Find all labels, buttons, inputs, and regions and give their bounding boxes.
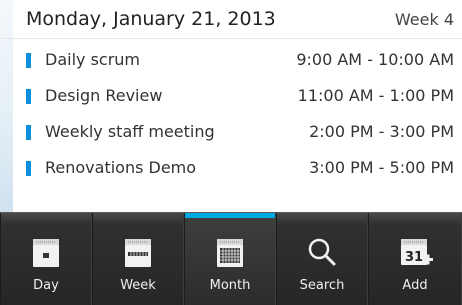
calendar-month-icon bbox=[217, 239, 243, 267]
bottom-action-bar: Day Week Month Search 31 Add bbox=[0, 212, 462, 305]
event-title: Design Review bbox=[45, 86, 163, 105]
event-list: Daily scrum 9:00 AM - 10:00 AM Design Re… bbox=[0, 44, 462, 188]
calendar-week-icon bbox=[125, 239, 151, 267]
tab-search[interactable]: Search bbox=[276, 213, 368, 305]
event-marker bbox=[26, 161, 31, 176]
calendar-add-badge: 31 bbox=[405, 250, 423, 265]
event-row[interactable]: Daily scrum 9:00 AM - 10:00 AM bbox=[0, 44, 462, 80]
tab-search-label: Search bbox=[299, 278, 345, 293]
event-marker bbox=[26, 53, 31, 68]
search-icon bbox=[308, 238, 336, 266]
event-time: 2:00 PM - 3:00 PM bbox=[309, 122, 454, 141]
calendar-day-icon bbox=[33, 239, 59, 267]
event-time: 9:00 AM - 10:00 AM bbox=[296, 50, 454, 69]
event-time: 3:00 PM - 5:00 PM bbox=[309, 158, 454, 177]
event-time: 11:00 AM - 1:00 PM bbox=[297, 86, 454, 105]
event-title: Daily scrum bbox=[45, 50, 141, 69]
calendar-screen: Monday, January 21, 2013 Week 4 Daily sc… bbox=[0, 0, 462, 305]
event-row[interactable]: Design Review 11:00 AM - 1:00 PM bbox=[0, 80, 462, 116]
tab-week[interactable]: Week bbox=[92, 213, 184, 305]
date-header: Monday, January 21, 2013 Week 4 bbox=[0, 0, 462, 39]
calendar-add-icon: 31 bbox=[401, 239, 433, 265]
event-row[interactable]: Weekly staff meeting 2:00 PM - 3:00 PM bbox=[0, 116, 462, 152]
event-marker bbox=[26, 125, 31, 140]
event-title: Weekly staff meeting bbox=[45, 122, 215, 141]
event-row[interactable]: Renovations Demo 3:00 PM - 5:00 PM bbox=[0, 152, 462, 188]
tab-day[interactable]: Day bbox=[0, 213, 92, 305]
agenda-view: Monday, January 21, 2013 Week 4 Daily sc… bbox=[0, 0, 462, 212]
tab-day-label: Day bbox=[33, 278, 59, 293]
tab-add[interactable]: 31 Add bbox=[368, 213, 462, 305]
date-title: Monday, January 21, 2013 bbox=[26, 8, 276, 30]
week-label: Week 4 bbox=[394, 10, 454, 29]
event-title: Renovations Demo bbox=[45, 158, 197, 177]
tab-add-label: Add bbox=[402, 278, 428, 293]
event-marker bbox=[26, 89, 31, 104]
tab-month-label: Month bbox=[209, 278, 251, 293]
active-tab-indicator bbox=[185, 213, 275, 218]
tab-week-label: Week bbox=[120, 278, 156, 293]
tab-month[interactable]: Month bbox=[184, 213, 276, 305]
